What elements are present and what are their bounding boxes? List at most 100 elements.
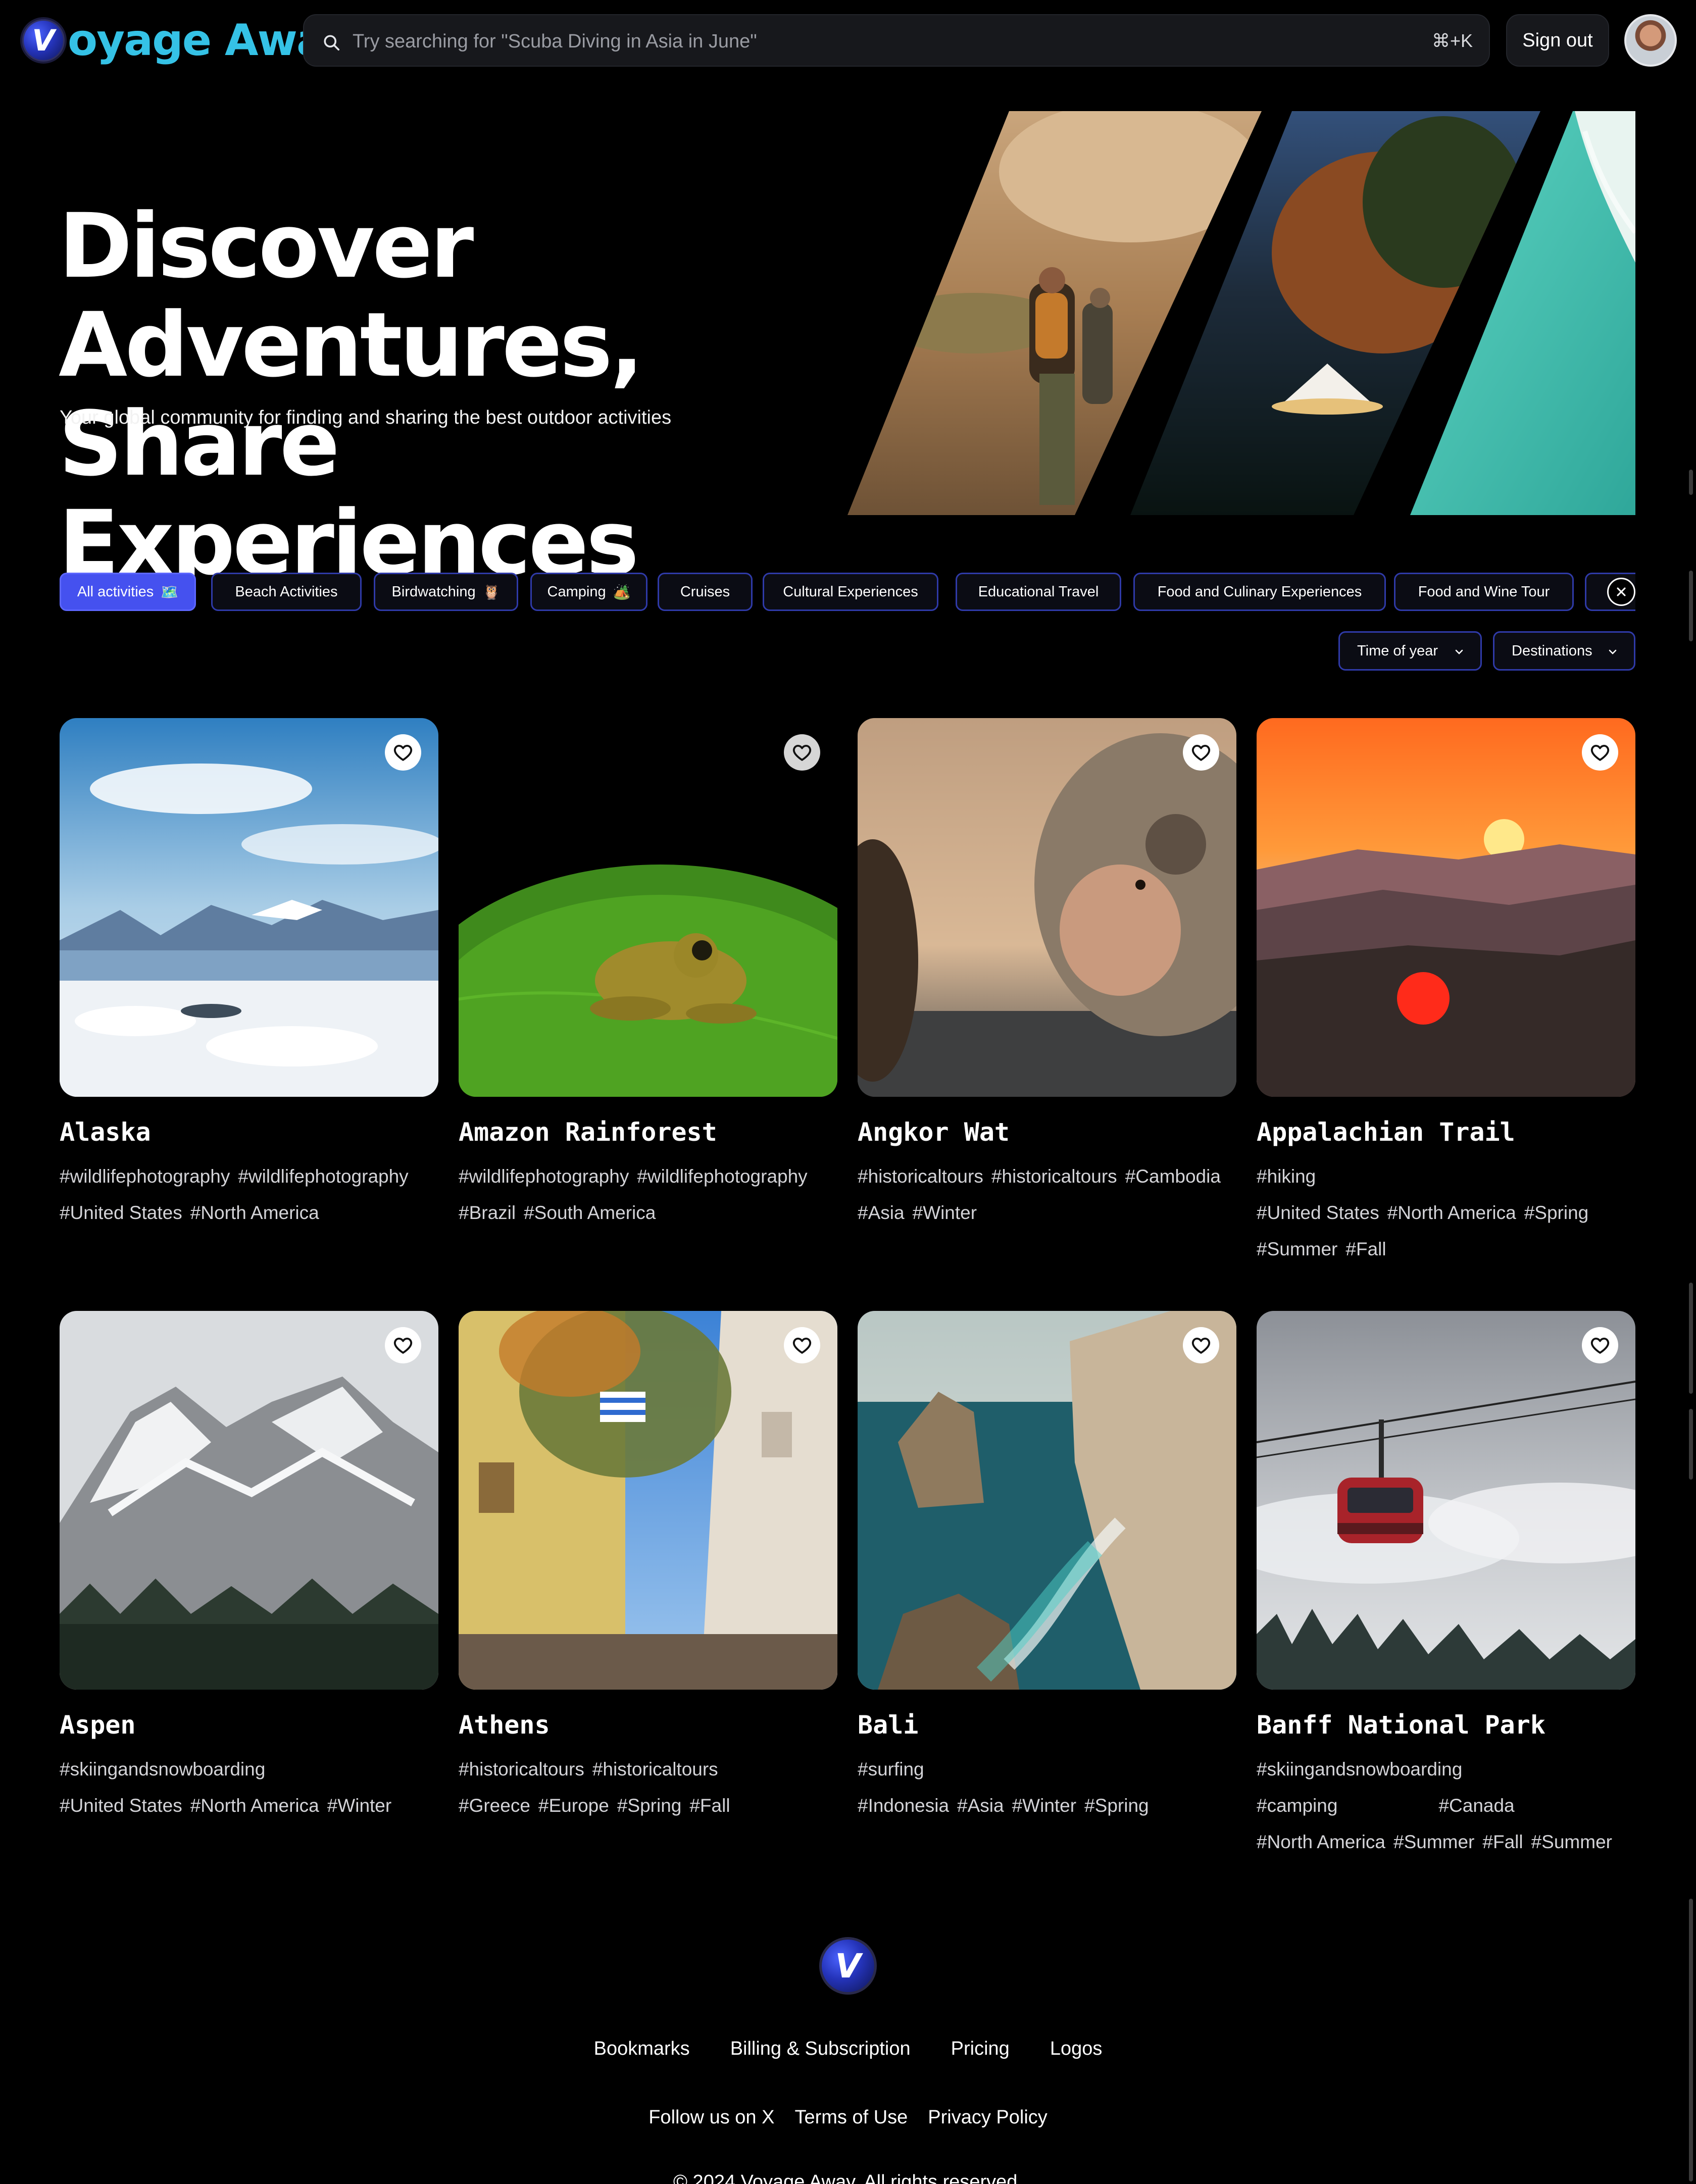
footer-link-logos[interactable]: Logos: [1050, 2038, 1103, 2060]
tag[interactable]: #historicaltours: [991, 1158, 1117, 1195]
destination-card-banff[interactable]: Banff National Park #skiingandsnowboardi…: [1257, 1311, 1635, 1860]
destination-image[interactable]: [1257, 1311, 1635, 1690]
destination-title[interactable]: Angkor Wat: [858, 1116, 1236, 1148]
destination-card-angkor-wat[interactable]: Angkor Wat #historicaltours #historicalt…: [858, 718, 1236, 1231]
destination-title[interactable]: Bali: [858, 1709, 1236, 1741]
tag[interactable]: #skiingandsnowboarding: [60, 1751, 265, 1788]
tag[interactable]: #Indonesia: [858, 1788, 949, 1824]
page-scrollbar[interactable]: [1687, 0, 1696, 2184]
tag[interactable]: #wildlifephotography: [637, 1158, 807, 1195]
tag[interactable]: #historicaltours: [459, 1751, 584, 1788]
tag[interactable]: #historicaltours: [592, 1751, 718, 1788]
chip-cultural-experiences[interactable]: Cultural Experiences: [763, 573, 938, 611]
destination-card-amazon-rainforest[interactable]: Amazon Rainforest #wildlifephotography #…: [459, 718, 837, 1231]
destination-image[interactable]: [858, 718, 1236, 1097]
tag[interactable]: #North America: [190, 1195, 319, 1231]
tag[interactable]: #Fall: [1345, 1231, 1386, 1267]
chip-cruises[interactable]: Cruises: [658, 573, 753, 611]
destination-card-athens[interactable]: Athens #historicaltours #historicaltours…: [459, 1311, 837, 1824]
tag[interactable]: #United States: [60, 1788, 182, 1824]
destinations-dropdown[interactable]: Destinations: [1493, 631, 1635, 671]
destination-image[interactable]: [60, 718, 438, 1097]
tag[interactable]: #Fall: [689, 1788, 730, 1824]
sign-out-button[interactable]: Sign out: [1506, 14, 1609, 67]
bookmark-heart-button[interactable]: [1582, 734, 1618, 771]
time-of-year-dropdown[interactable]: Time of year: [1338, 631, 1482, 671]
tag[interactable]: #North America: [190, 1788, 319, 1824]
footer-logo[interactable]: V: [819, 1937, 877, 1995]
footer-link-terms[interactable]: Terms of Use: [794, 2107, 908, 2128]
tag[interactable]: #Spring: [1084, 1788, 1149, 1824]
tag[interactable]: #skiingandsnowboarding: [1257, 1751, 1462, 1788]
chip-educational-travel[interactable]: Educational Travel: [956, 573, 1121, 611]
tag[interactable]: #Summer: [1393, 1824, 1474, 1860]
destination-card-appalachian-trail[interactable]: Appalachian Trail #hiking #United States…: [1257, 718, 1635, 1267]
footer-link-bookmarks[interactable]: Bookmarks: [594, 2038, 690, 2060]
destination-title[interactable]: Aspen: [60, 1709, 438, 1741]
tag[interactable]: #Asia: [957, 1788, 1004, 1824]
footer-link-follow-x[interactable]: Follow us on X: [649, 2107, 774, 2128]
app-logo[interactable]: V oyage Away: [20, 15, 352, 66]
bookmark-heart-button[interactable]: [1183, 734, 1219, 771]
tag[interactable]: #Brazil: [459, 1195, 516, 1231]
tag[interactable]: #wildlifephotography: [60, 1158, 230, 1195]
destination-image[interactable]: [858, 1311, 1236, 1690]
footer-link-privacy[interactable]: Privacy Policy: [928, 2107, 1047, 2128]
chip-all-activities[interactable]: All activities 🗺️: [60, 573, 196, 611]
tag[interactable]: #Spring: [1524, 1195, 1589, 1231]
bookmark-heart-button[interactable]: [784, 1327, 820, 1363]
tag[interactable]: #United States: [60, 1195, 182, 1231]
tag[interactable]: #Canada: [1438, 1788, 1514, 1824]
tag[interactable]: #surfing: [858, 1751, 924, 1788]
footer-link-pricing[interactable]: Pricing: [951, 2038, 1010, 2060]
chip-food-culinary[interactable]: Food and Culinary Experiences: [1133, 573, 1386, 611]
search-input[interactable]: [353, 26, 1312, 57]
chip-food-wine-tour[interactable]: Food and Wine Tour: [1394, 573, 1574, 611]
destination-card-aspen[interactable]: Aspen #skiingandsnowboarding #United Sta…: [60, 1311, 438, 1824]
tag[interactable]: #wildlifephotography: [238, 1158, 408, 1195]
search-bar[interactable]: ⌘+K: [303, 14, 1490, 67]
tag[interactable]: #wildlifephotography: [459, 1158, 629, 1195]
destination-title[interactable]: Athens: [459, 1709, 837, 1741]
bookmark-heart-button[interactable]: [1582, 1327, 1618, 1363]
tag[interactable]: #Spring: [617, 1788, 682, 1824]
destination-card-alaska[interactable]: Alaska #wildlifephotography #wildlifepho…: [60, 718, 438, 1231]
footer-link-billing[interactable]: Billing & Subscription: [730, 2038, 911, 2060]
destination-image[interactable]: [1257, 718, 1635, 1097]
destination-image[interactable]: [459, 1311, 837, 1690]
destination-title[interactable]: Alaska: [60, 1116, 438, 1148]
bookmark-heart-button[interactable]: [784, 734, 820, 771]
tag[interactable]: #Winter: [1012, 1788, 1076, 1824]
bookmark-heart-button[interactable]: [385, 734, 421, 771]
chip-camping[interactable]: Camping 🏕️: [530, 573, 647, 611]
tag[interactable]: #North America: [1257, 1824, 1385, 1860]
tag[interactable]: #South America: [524, 1195, 656, 1231]
destination-title[interactable]: Banff National Park: [1257, 1709, 1635, 1741]
bookmark-heart-button[interactable]: [385, 1327, 421, 1363]
destination-image[interactable]: [459, 718, 837, 1097]
tag[interactable]: #camping: [1257, 1788, 1337, 1824]
tag[interactable]: #Summer: [1531, 1824, 1612, 1860]
tag[interactable]: #Summer: [1257, 1231, 1337, 1267]
tag[interactable]: #Fall: [1482, 1824, 1523, 1860]
tag[interactable]: #Winter: [913, 1195, 977, 1231]
chip-beach-activities[interactable]: Beach Activities: [211, 573, 362, 611]
tag[interactable]: #Greece: [459, 1788, 530, 1824]
user-avatar[interactable]: [1624, 14, 1677, 67]
tag[interactable]: #hiking: [1257, 1158, 1316, 1195]
tag[interactable]: #Winter: [327, 1788, 391, 1824]
tag[interactable]: #United States: [1257, 1195, 1379, 1231]
tag[interactable]: #historicaltours: [858, 1158, 983, 1195]
tag[interactable]: #North America: [1387, 1195, 1516, 1231]
tag[interactable]: #Cambodia: [1125, 1158, 1221, 1195]
destination-image[interactable]: [60, 1311, 438, 1690]
clear-filters-button[interactable]: [1607, 578, 1635, 606]
heart-icon: [792, 1337, 812, 1354]
tag[interactable]: #Europe: [538, 1788, 609, 1824]
bookmark-heart-button[interactable]: [1183, 1327, 1219, 1363]
destination-card-bali[interactable]: Bali #surfing #Indonesia #Asia #Winter #…: [858, 1311, 1236, 1824]
tag[interactable]: #Asia: [858, 1195, 905, 1231]
chip-birdwatching[interactable]: Birdwatching 🦉: [374, 573, 518, 611]
destination-title[interactable]: Appalachian Trail: [1257, 1116, 1635, 1148]
destination-title[interactable]: Amazon Rainforest: [459, 1116, 837, 1148]
